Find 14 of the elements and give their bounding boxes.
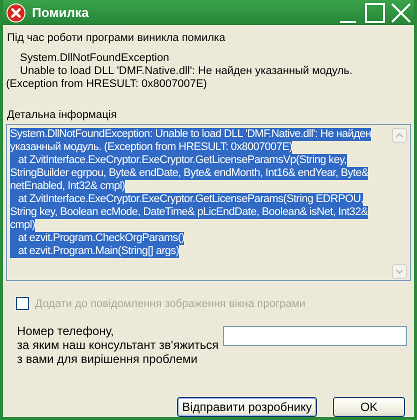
details-label: Детальна інформація [7,109,118,121]
phone-field[interactable] [223,326,407,346]
ok-button[interactable]: OK [333,397,405,417]
send-button[interactable]: Відправити розробнику [177,397,317,417]
phone-label: Номер телефону, за яким наш консультант зв'яжиться з вами для вирішення проблеми [17,324,220,366]
error-message: Під час роботи програми виникла помилка [7,32,226,44]
error-icon [6,2,26,22]
error-text: Unable to load DLL 'DMF.Native.dll': Не найден указанный модуль. [19,65,354,78]
maximize-icon[interactable] [363,0,387,24]
close-icon[interactable] [389,0,413,24]
error-text: (Exception from HRESULT: 0x8007007E) [6,78,208,91]
checkbox-label: Додати до повідомлення зображення вікна програми [35,298,306,310]
window-title: Помилка [32,5,90,20]
error-text: System.DllNotFoundException [19,52,170,65]
